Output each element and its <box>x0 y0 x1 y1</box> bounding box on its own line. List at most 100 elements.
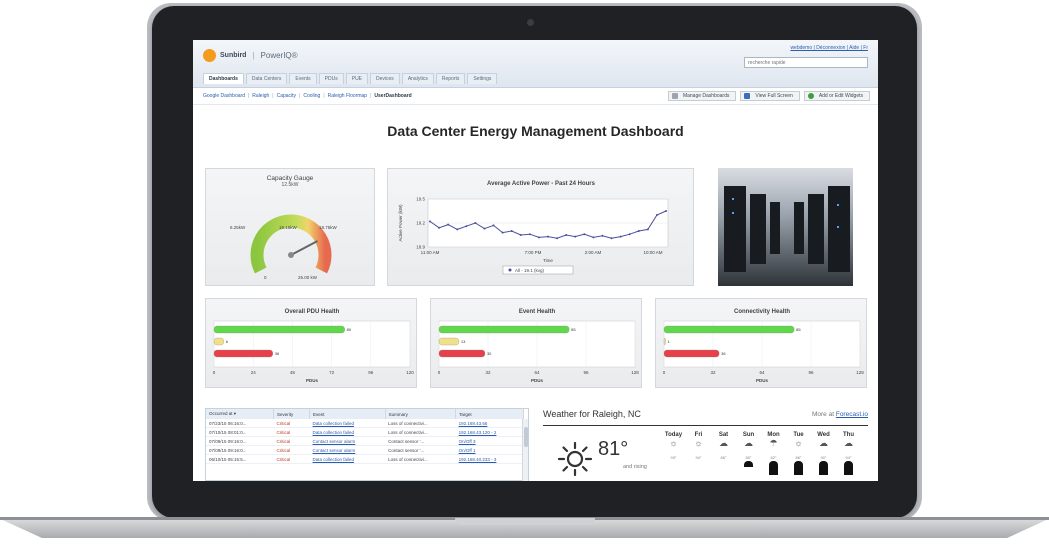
screen: Sunbird | PowerIQ® webdemo | Déconnexion… <box>193 40 878 481</box>
status-led <box>732 212 734 214</box>
cell-event-link[interactable]: Contact sensor alarm <box>309 445 386 455</box>
data-point <box>447 223 450 226</box>
cell-target-link[interactable]: 192.168.43.66 <box>455 419 524 428</box>
user-links[interactable]: webdemo | Déconnexion | Aide | Fr <box>790 45 868 51</box>
rain-icon: ☂ <box>769 438 778 448</box>
table-row[interactable]: 07/09/15 09:16:0... Critical Contact sen… <box>206 436 524 446</box>
cell-summary: Contact sensor '... <box>385 436 456 446</box>
dashboard-subnav: Google Dashboard | Raleigh | Capacity | Coo… <box>193 88 878 105</box>
data-point <box>628 233 631 236</box>
cell-summary: Loss of connectivi... <box>385 427 456 437</box>
sun-icon: ☼ <box>794 438 803 448</box>
add-edit-widgets-button[interactable]: Add or Edit Widgets <box>803 91 870 101</box>
x-tick-label: 0 <box>438 370 441 375</box>
cell-event-link[interactable]: Data collection failed <box>309 454 386 464</box>
server-rack <box>770 202 780 254</box>
subnav-link[interactable]: Capacity <box>277 93 296 99</box>
x-tick-label: 128 <box>631 370 639 375</box>
subnav-link[interactable]: Google Dashboard <box>203 93 245 99</box>
cell-target-link[interactable]: On/Off 1 <box>455 445 524 455</box>
tab-pdus[interactable]: PDUs <box>318 73 344 84</box>
data-point <box>429 220 431 223</box>
temp-range-bar <box>769 461 778 475</box>
scrollbar-thumb[interactable] <box>524 427 528 447</box>
tab-events[interactable]: Events <box>289 73 317 84</box>
column-header[interactable]: Target <box>455 409 524 419</box>
quick-search-input[interactable] <box>744 57 868 68</box>
tab-data-centers[interactable]: Data Centers <box>245 73 288 84</box>
table-row[interactable]: 07/09/15 09:16:0... Critical Contact sen… <box>206 445 524 455</box>
subnav-link[interactable]: Raleigh <box>252 93 269 99</box>
column-header[interactable]: Occurred at ▾ <box>206 409 274 419</box>
bar <box>438 349 486 358</box>
bar <box>213 325 345 334</box>
x-tick-label: 48 <box>290 370 296 375</box>
table-row[interactable]: 06/10/15 05:15:5... Critical Data collec… <box>206 454 524 464</box>
x-axis-label: PDUs <box>531 378 544 383</box>
tab-pue[interactable]: PUE <box>345 73 369 84</box>
table-row[interactable]: 07/23/15 06:16:0... Critical Data collec… <box>206 419 524 428</box>
y-tick-label: 19.2 <box>416 221 425 226</box>
tab-analytics[interactable]: Analytics <box>401 73 434 84</box>
cell-event-link[interactable]: Contact sensor alarm <box>309 436 386 446</box>
chart-title: Average Active Power - Past 24 Hours <box>487 181 596 187</box>
forecast-io-link[interactable]: Forecast.io <box>836 411 868 418</box>
day-high: 94° <box>845 455 852 460</box>
subnav-current[interactable]: UserDashboard <box>374 93 411 99</box>
cell-target-link[interactable]: On/Off 3 <box>455 436 524 446</box>
main-tabs: Dashboards Data Centers Events PDUs PUE … <box>203 73 498 84</box>
laptop-notch <box>455 518 595 525</box>
bar <box>438 325 570 334</box>
subnav-link[interactable]: Raleigh Floormap <box>328 93 367 99</box>
cell-event-link[interactable]: Data collection failed <box>309 427 386 437</box>
cell-target-link[interactable]: 192.168.43.120 - 2 <box>455 427 524 437</box>
gauge-min-value: 0 <box>264 275 267 280</box>
chart-title: Event Health <box>519 309 556 315</box>
bar-value-label: 13 <box>461 339 466 344</box>
view-full-screen-button[interactable]: View Full Screen <box>740 91 800 101</box>
gauge-needle <box>290 240 319 256</box>
tab-reports[interactable]: Reports <box>435 73 466 84</box>
subnav-link[interactable]: Cooling <box>303 93 320 99</box>
sun-icon <box>557 441 593 477</box>
data-point <box>492 224 495 227</box>
subnav-separator: | <box>247 93 250 99</box>
bar-value-label: 80 <box>347 327 352 332</box>
gauge-hub <box>288 252 294 258</box>
bar <box>438 337 460 346</box>
weather-divider <box>543 425 868 426</box>
data-point <box>556 237 559 240</box>
app-header: Sunbird | PowerIQ® webdemo | Déconnexion… <box>193 40 878 88</box>
bar-value-label: 36 <box>721 351 726 356</box>
forecast-day: Thu ☁ 94° <box>836 432 861 475</box>
x-tick-label: 11:00 AM <box>421 250 440 255</box>
x-axis-label: PDUs <box>756 378 769 383</box>
forecast-day: Sat ☁ 86° <box>711 432 736 475</box>
cell-occurred: 07/09/15 09:16:0... <box>206 445 274 455</box>
cell-severity: Critical <box>273 427 310 437</box>
manage-dashboards-button[interactable]: Manage Dashboards <box>667 91 737 101</box>
y-axis-label: Active Power (kW) <box>398 204 403 242</box>
server-rack <box>724 186 746 272</box>
x-tick-label: 96 <box>368 370 374 375</box>
table-row[interactable]: 07/10/15 08:01:0... Critical Data collec… <box>206 427 524 437</box>
data-point <box>501 231 504 234</box>
grid-icon <box>671 93 678 99</box>
x-tick-label: 96 <box>583 370 589 375</box>
column-header[interactable]: Summary <box>385 409 457 419</box>
tab-dashboards[interactable]: Dashboards <box>203 73 244 84</box>
data-point <box>528 233 531 236</box>
cell-event-link[interactable]: Data collection failed <box>309 419 386 428</box>
column-header[interactable]: Severity <box>273 409 311 419</box>
data-point <box>583 233 586 236</box>
events-scrollbar[interactable] <box>522 419 528 481</box>
cell-occurred: 07/09/15 09:16:0... <box>206 436 274 446</box>
cell-target-link[interactable]: 192.168.40.233 - 3 <box>455 454 524 464</box>
x-axis-label: Time <box>543 258 553 263</box>
data-point <box>665 210 667 212</box>
bar-value-label: 36 <box>275 351 280 356</box>
weather-more-prefix: More at <box>811 411 835 418</box>
tab-devices[interactable]: Devices <box>370 73 400 84</box>
tab-settings[interactable]: Settings <box>467 73 498 84</box>
column-header[interactable]: Event <box>309 409 386 419</box>
